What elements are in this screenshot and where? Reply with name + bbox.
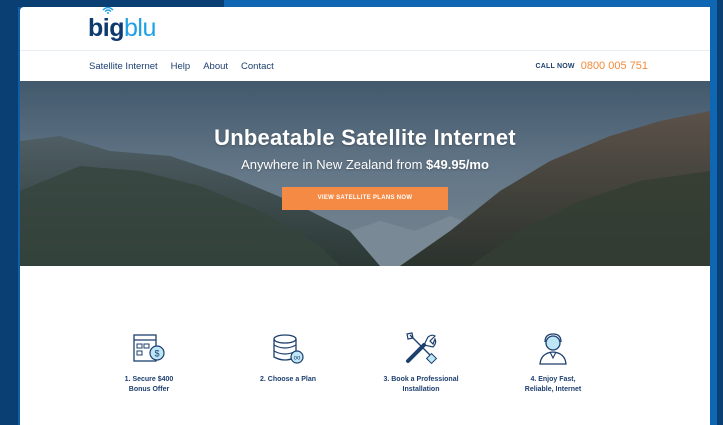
hero-subtitle-text: Anywhere in New Zealand from: [241, 157, 427, 172]
frame-top-edge: [0, 0, 224, 7]
step-item: 3. Book a Professional Installation: [361, 329, 481, 395]
view-plans-button[interactable]: VIEW SATELLITE PLANS NOW: [282, 187, 448, 210]
frame-left-edge: [0, 0, 18, 425]
frame-right-edge: [717, 0, 723, 425]
step-label-line1: 1. Secure $400: [124, 376, 174, 383]
nav-contact[interactable]: Contact: [241, 61, 274, 72]
svg-text:$: $: [154, 349, 159, 359]
phone-number[interactable]: 0800 005 751: [581, 60, 648, 72]
database-plan-icon: oo: [273, 334, 304, 364]
hero-subtitle: Anywhere in New Zealand from $49.95/mo: [20, 157, 710, 172]
logo-blu-text: blu: [124, 14, 156, 42]
call-now-label: CALL NOW: [535, 62, 575, 70]
hero-price: $49.95/mo: [426, 157, 489, 172]
support-person-icon: [539, 333, 567, 365]
step-label-line1: 4. Enjoy Fast,: [530, 376, 576, 383]
hero-content: Unbeatable Satellite Internet Anywhere i…: [20, 125, 710, 210]
nav-help[interactable]: Help: [171, 61, 191, 72]
step-label-line2: Bonus Offer: [128, 386, 170, 393]
step-label-line2: Installation: [402, 386, 440, 393]
call-now[interactable]: CALL NOW 0800 005 751: [536, 60, 648, 72]
hero-banner: Unbeatable Satellite Internet Anywhere i…: [20, 81, 710, 266]
svg-text:oo: oo: [294, 356, 301, 362]
main-nav: Satellite Internet Help About Contact CA…: [20, 51, 710, 81]
bonus-offer-icon: $: [133, 334, 165, 362]
logo-big-text: big: [88, 14, 125, 42]
wifi-icon: [102, 7, 114, 14]
step-item: oo 2. Choose a Plan: [228, 329, 348, 385]
step-label-line1: 2. Choose a Plan: [259, 376, 317, 383]
step-label-line2: Reliable, Internet: [524, 386, 582, 393]
site-header: bigblu: [20, 7, 710, 51]
tools-icon: [406, 332, 438, 365]
website-page: bigblu Satellite Internet Help About Con…: [20, 7, 710, 425]
hero-title: Unbeatable Satellite Internet: [214, 125, 516, 150]
step-item: $ 1. Secure $400 Bonus Offer: [89, 329, 209, 395]
bigblu-logo[interactable]: bigblu: [88, 7, 156, 43]
nav-about[interactable]: About: [203, 61, 228, 72]
nav-satellite-internet[interactable]: Satellite Internet: [89, 61, 158, 72]
step-item: 4. Enjoy Fast, Reliable, Internet: [493, 329, 613, 395]
step-label-line1: 3. Book a Professional: [383, 376, 459, 383]
